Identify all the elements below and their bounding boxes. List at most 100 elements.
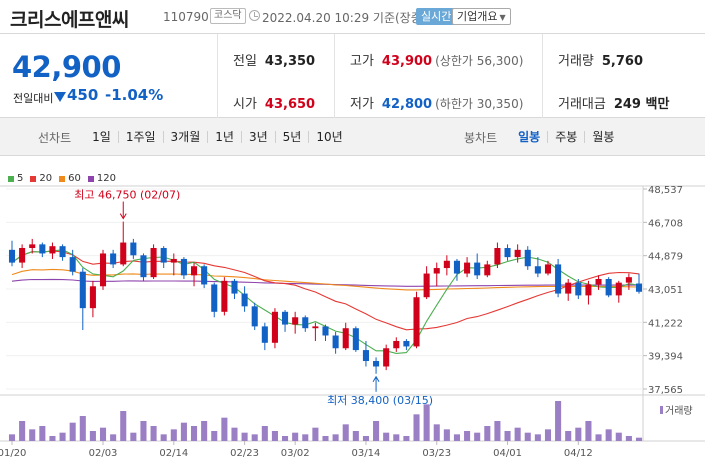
y-tick-label: 37,565: [648, 385, 683, 396]
volume-bar: [615, 432, 622, 441]
volume-bar: [231, 427, 238, 441]
candle-body: [89, 286, 96, 309]
volume-bar: [423, 404, 430, 441]
candle-body: [352, 328, 359, 351]
candle-body: [555, 264, 562, 294]
upper-limit: (상한가 56,300): [435, 54, 524, 68]
candle-body: [362, 350, 369, 362]
candle-body: [49, 246, 56, 254]
volume-bar: [190, 426, 198, 441]
candle-body: [312, 326, 319, 329]
volume-bar: [261, 426, 268, 441]
candle-body: [635, 283, 643, 292]
candle-body: [373, 361, 380, 367]
candle-body: [575, 282, 582, 296]
volume-bar: [49, 436, 56, 441]
volume-bar: [524, 432, 531, 441]
x-tick-label: 03/23: [422, 448, 451, 459]
high-annotation: 최고 46,750 (02/07): [74, 189, 180, 202]
volume-bar: [19, 421, 26, 441]
tab-5y[interactable]: 5년: [274, 131, 309, 143]
chart-canvas[interactable]: 48,537 46,708 44,879 43,051 41,222 39,394 37,5…: [0, 156, 705, 468]
tab-1d[interactable]: 1일: [85, 131, 118, 143]
candle-body: [332, 335, 339, 349]
stat-open: 시가 43,650: [233, 93, 315, 112]
x-tick-label: 02/14: [159, 448, 188, 459]
candle-body: [534, 266, 541, 274]
market-badge: 코스닥: [210, 8, 246, 24]
volume-bar: [332, 434, 339, 441]
x-tick-label: 01/20: [0, 448, 26, 459]
volume-bar: [89, 431, 96, 441]
volume-bar: [140, 421, 147, 441]
candle-body: [443, 260, 450, 269]
candle-body: [251, 306, 258, 327]
candle-body: [241, 293, 248, 307]
volume-bar: [130, 432, 137, 441]
tab-weekly[interactable]: 주봉: [547, 131, 584, 143]
candle-body: [433, 268, 440, 274]
candle-body: [615, 282, 622, 296]
volume-bar: [595, 434, 602, 441]
x-tick-label: 04/01: [493, 448, 522, 459]
candle-body: [19, 248, 26, 263]
volume-bar: [362, 436, 369, 441]
candlestick-chart[interactable]: 5 20 60 120 48,537 46,708 44,879 43,051 41,2…: [0, 156, 705, 468]
candle-body: [474, 262, 481, 276]
candle-body: [99, 253, 107, 287]
candle-body: [69, 257, 76, 272]
price-box: 42,900 전일대비 450 -1.04%: [0, 34, 218, 118]
volume-bar: [383, 432, 390, 441]
tab-10y[interactable]: 10년: [308, 131, 349, 143]
candle-body: [585, 284, 592, 296]
tab-3y[interactable]: 3년: [240, 131, 275, 143]
tab-daily[interactable]: 일봉: [511, 131, 547, 143]
candle-body: [544, 264, 552, 274]
stat-value: 42,800: [381, 97, 433, 112]
tab-3m[interactable]: 3개월: [162, 131, 208, 143]
volume-bar: [312, 427, 319, 441]
stat-value: 5,760: [601, 54, 644, 69]
candle-body: [605, 278, 612, 296]
volume-bar: [433, 424, 440, 441]
candle-body: [524, 249, 531, 267]
volume-bar: [585, 421, 592, 441]
candle-body: [221, 280, 228, 312]
volume-bar: [79, 416, 86, 441]
volume-bar: [251, 434, 258, 441]
candle-body: [79, 271, 86, 309]
volume-bar: [69, 422, 76, 441]
stat-volume: 거래량 5,760: [558, 50, 643, 69]
clock-icon: [249, 10, 260, 21]
volume-bar: [575, 427, 582, 441]
candle-body: [261, 326, 268, 343]
candle-body: [464, 262, 471, 274]
volume-bar: [393, 434, 400, 441]
change-percent: -1.04%: [105, 86, 164, 104]
company-info-label: 기업개요: [457, 10, 498, 23]
stat-high: 고가 43,900 (상한가 56,300): [350, 50, 523, 69]
tab-1y[interactable]: 1년: [207, 131, 241, 143]
volume-legend-swatch: [660, 406, 663, 414]
stat-value: 43,350: [264, 54, 316, 69]
candle-body: [292, 317, 299, 325]
volume-bar: [544, 429, 552, 441]
volume-bar: [221, 417, 228, 441]
volume-bar: [403, 436, 410, 441]
volume-bar: [342, 424, 349, 441]
stat-label: 시가: [233, 97, 257, 112]
stat-label: 거래대금: [558, 97, 606, 112]
candle-body: [302, 317, 309, 329]
x-tick-label: 02/03: [89, 448, 118, 459]
candle-body: [8, 249, 16, 263]
tab-1w[interactable]: 1주일: [117, 131, 163, 143]
volume-bar: [635, 437, 643, 441]
company-info-button[interactable]: 기업개요 ▼: [452, 8, 511, 25]
tab-monthly[interactable]: 월봉: [584, 131, 621, 143]
volume-bar: [302, 434, 309, 441]
volume-bar: [555, 401, 562, 441]
volume-bar: [201, 421, 208, 441]
stat-label: 거래량: [558, 54, 594, 69]
realtime-button[interactable]: 실시간: [416, 8, 457, 25]
x-tick-label: 04/12: [564, 448, 593, 459]
